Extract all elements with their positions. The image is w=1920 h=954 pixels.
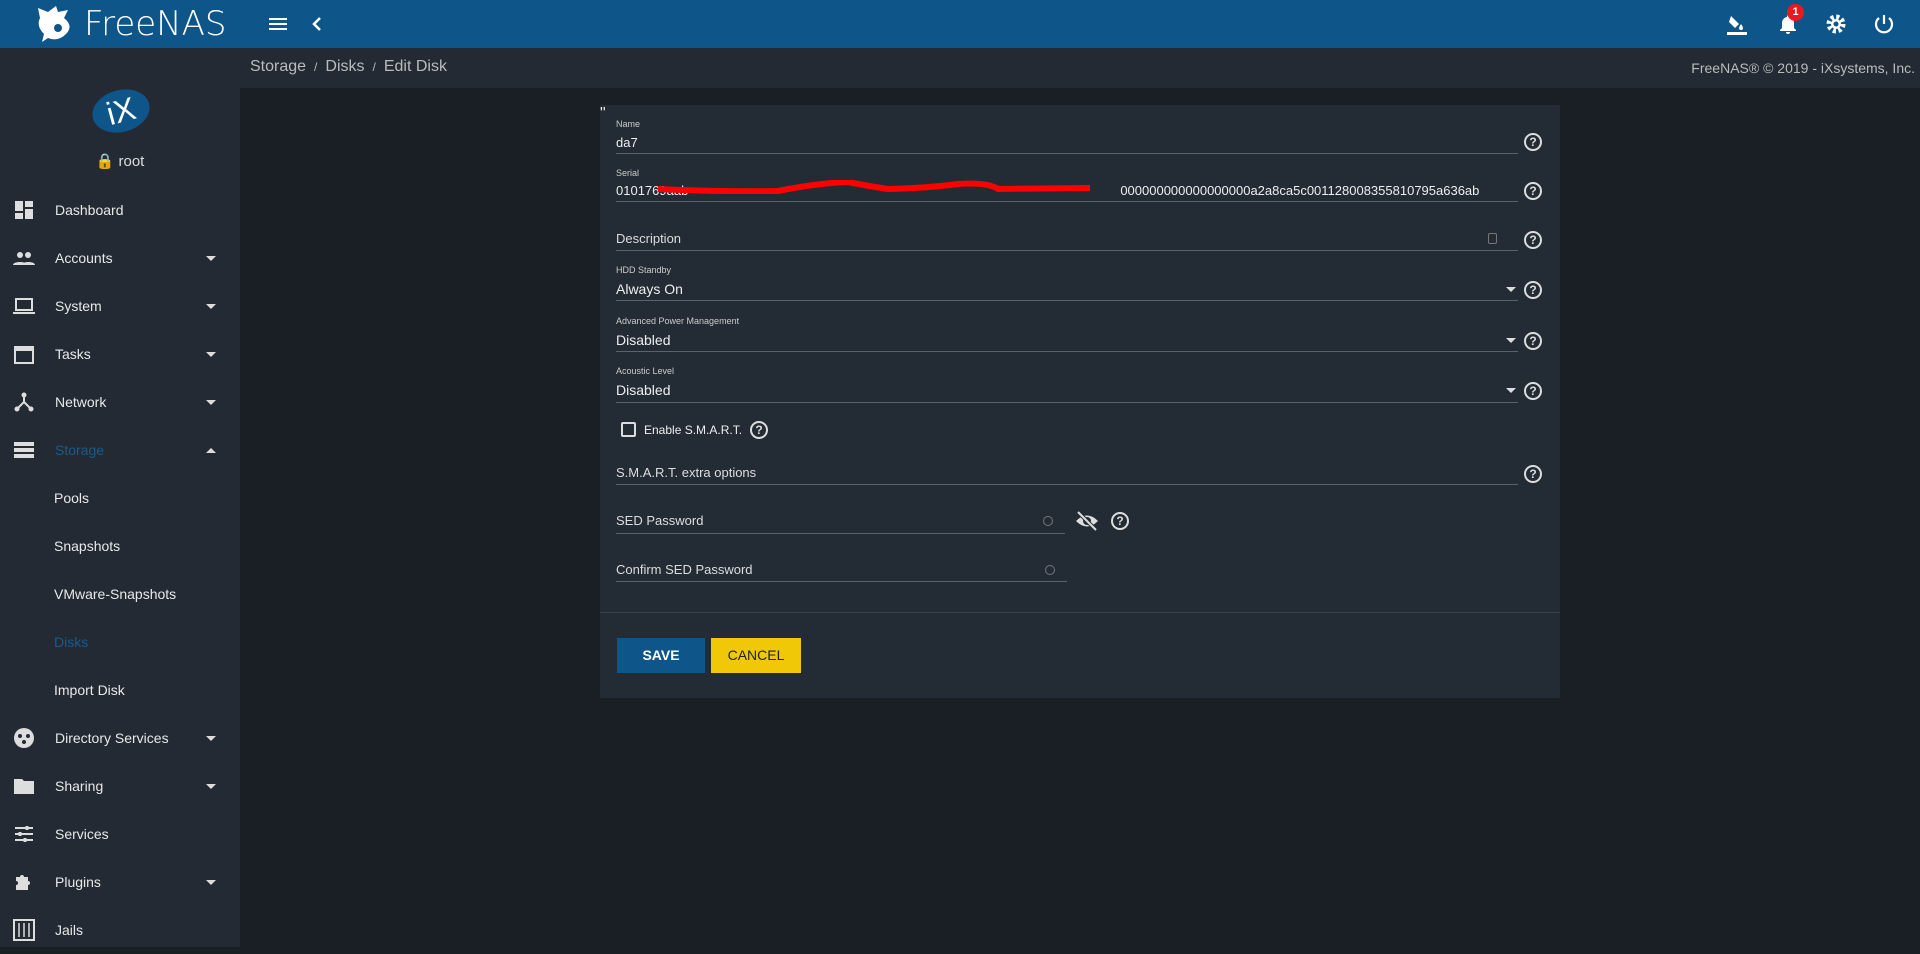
sidebar-item-network[interactable]: Network: [0, 378, 240, 426]
name-underline: [616, 153, 1518, 154]
sidebar-item-pools[interactable]: Pools: [0, 474, 240, 522]
serial-underline: [616, 201, 1518, 202]
puzzle-icon: [16, 875, 30, 890]
laptop-icon: [13, 298, 35, 314]
tune-icon: [15, 826, 33, 842]
confirm-sed-password-input[interactable]: Confirm SED Password: [616, 562, 753, 577]
notification-badge: 1: [1787, 4, 1804, 21]
serial-label: Serial: [616, 168, 640, 178]
info-icon: [1045, 565, 1055, 575]
caret-down-icon: [206, 351, 216, 357]
acoustic-select[interactable]: Disabled: [616, 382, 670, 398]
caret-up-icon: [206, 447, 216, 453]
confirm-sed-underline: [616, 581, 1067, 582]
eye-off-icon[interactable]: [1075, 510, 1099, 532]
hdd-standby-select[interactable]: Always On: [616, 281, 683, 297]
breadcrumb-disks[interactable]: Disks: [325, 58, 364, 75]
smart-label: Enable S.M.A.R.T.: [644, 423, 743, 437]
help-icon[interactable]: ?: [1524, 182, 1542, 200]
dropdown-arrow-icon[interactable]: [1506, 338, 1516, 343]
hdd-standby-underline: [616, 300, 1518, 301]
caret-down-icon: [206, 255, 216, 261]
dashboard-icon: [15, 201, 33, 219]
hdd-standby-label: HDD Standby: [616, 265, 672, 275]
top-bar: FreeNAS 1: [0, 0, 1920, 48]
ix-logo: iX: [87, 83, 155, 139]
user-label: 🔒 root: [95, 153, 145, 170]
network-icon: [14, 392, 34, 412]
name-label: Name: [616, 119, 641, 129]
shared-folder-icon: [14, 779, 34, 794]
help-icon[interactable]: ?: [1524, 281, 1542, 299]
cancel-button[interactable]: CANCEL: [711, 638, 801, 673]
breadcrumb-storage[interactable]: Storage: [250, 58, 306, 75]
sidebar-item-accounts[interactable]: Accounts: [0, 234, 240, 282]
info-icon: [1043, 516, 1053, 526]
edit-disk-form: Name da7 ? Serial 0101769aab 000000000000…: [600, 105, 1560, 698]
power-icon[interactable]: [1872, 12, 1896, 36]
theme-paint-icon[interactable]: [1725, 12, 1749, 36]
menu-icon[interactable]: [266, 12, 290, 36]
jail-icon: [13, 919, 35, 941]
sidebar-item-dashboard[interactable]: Dashboard: [0, 186, 240, 234]
save-button[interactable]: SAVE: [617, 638, 705, 673]
caret-down-icon: [206, 879, 216, 885]
freenas-logo[interactable]: FreeNAS: [34, 4, 226, 44]
breadcrumb: Storage / Disks / Edit Disk: [250, 58, 447, 75]
breadcrumb-bar: Storage / Disks / Edit Disk FreeNAS® © 2019 …: [240, 48, 1920, 88]
breadcrumb-edit-disk: Edit Disk: [383, 58, 447, 75]
gear-icon[interactable]: [1824, 12, 1848, 36]
sidebar-item-vmware-snapshots[interactable]: VMware-Snapshots: [0, 570, 240, 618]
storage-icon: [14, 442, 34, 458]
help-icon[interactable]: ?: [750, 421, 768, 439]
sidebar-item-services[interactable]: Services: [0, 810, 240, 858]
redaction-scribble: [658, 180, 1090, 194]
sed-password-input[interactable]: SED Password: [616, 513, 703, 528]
shark-icon: [38, 6, 70, 42]
description-underline: [616, 250, 1518, 251]
smart-options-underline: [616, 484, 1518, 485]
acoustic-label: Acoustic Level: [616, 366, 675, 376]
help-icon[interactable]: ?: [1524, 332, 1542, 350]
caret-down-icon: [206, 783, 216, 789]
calendar-icon: [14, 346, 34, 364]
sidebar-item-storage[interactable]: Storage: [0, 426, 240, 474]
sidebar-item-snapshots[interactable]: Snapshots: [0, 522, 240, 570]
help-icon[interactable]: ?: [1524, 382, 1542, 400]
sidebar-item-tasks[interactable]: Tasks: [0, 330, 240, 378]
sidebar-item-disks[interactable]: Disks: [0, 618, 240, 666]
lock-icon: 🔒: [95, 153, 115, 170]
copyright: FreeNAS® © 2019 - iXsystems, Inc.: [1691, 60, 1915, 76]
chevron-left-icon[interactable]: [305, 12, 329, 36]
apm-select[interactable]: Disabled: [616, 332, 670, 348]
sidebar-item-plugins[interactable]: Plugins: [0, 858, 240, 906]
sidebar-item-import-disk[interactable]: Import Disk: [0, 666, 240, 714]
sidebar-item-sharing[interactable]: Sharing: [0, 762, 240, 810]
caret-down-icon: [206, 303, 216, 309]
acoustic-underline: [616, 402, 1518, 403]
sed-password-underline: [616, 533, 1065, 534]
help-icon[interactable]: ?: [1524, 231, 1542, 249]
people-icon: [13, 252, 35, 265]
help-icon[interactable]: ?: [1524, 133, 1542, 151]
help-icon[interactable]: ?: [1111, 512, 1129, 530]
dropdown-arrow-icon[interactable]: [1506, 388, 1516, 393]
apm-underline: [616, 351, 1518, 352]
sidebar-item-system[interactable]: System: [0, 282, 240, 330]
smart-checkbox[interactable]: [621, 422, 636, 437]
dropdown-arrow-icon[interactable]: [1506, 287, 1516, 292]
help-icon[interactable]: ?: [1524, 465, 1542, 483]
caret-down-icon: [206, 735, 216, 741]
smart-options-input[interactable]: S.M.A.R.T. extra options: [616, 465, 756, 480]
divider: [600, 612, 1560, 613]
directory-icon: [14, 728, 34, 748]
keyboard-icon: [1488, 233, 1497, 244]
apm-label: Advanced Power Management: [616, 316, 740, 326]
caret-down-icon: [206, 399, 216, 405]
sidebar-item-directory-services[interactable]: Directory Services: [0, 714, 240, 762]
description-input[interactable]: Description: [616, 231, 681, 246]
name-input[interactable]: da7: [616, 135, 638, 150]
